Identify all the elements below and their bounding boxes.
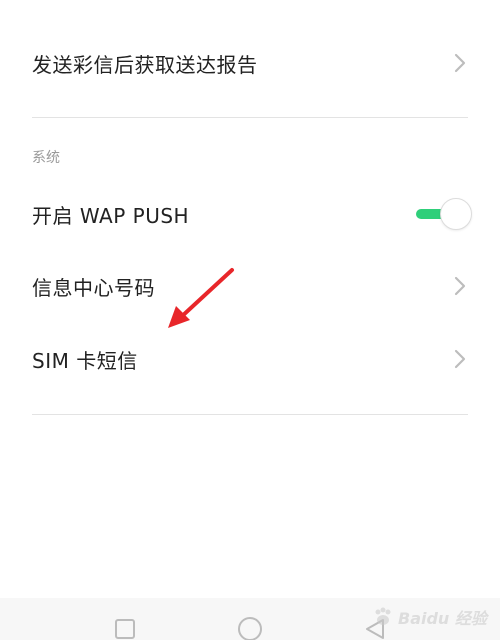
- watermark-text: Baidu 经验: [398, 609, 487, 628]
- settings-row-mms-delivery-report[interactable]: 发送彩信后获取送达报告: [0, 27, 500, 99]
- chevron-right-icon: [450, 274, 470, 298]
- toggle-knob: [440, 198, 472, 230]
- settings-row-label: SIM 卡短信: [32, 348, 138, 373]
- settings-row-sim-card-messages[interactable]: SIM 卡短信: [0, 323, 500, 395]
- chevron-right-icon: [450, 347, 470, 371]
- settings-row-label: 开启 WAP PUSH: [32, 203, 190, 228]
- settings-screen: 发送彩信后获取送达报告 系统 开启 WAP PUSH 信息中心号码 SIM 卡短…: [0, 0, 500, 640]
- divider: [32, 414, 468, 415]
- circle-icon[interactable]: [237, 616, 263, 640]
- settings-row-label: 发送彩信后获取送达报告: [32, 52, 258, 77]
- paw-icon: [375, 607, 391, 625]
- red-arrow-icon: [168, 268, 234, 328]
- divider: [32, 117, 468, 118]
- section-header-system: 系统: [32, 150, 60, 166]
- settings-row-wap-push[interactable]: 开启 WAP PUSH: [0, 178, 500, 250]
- chevron-right-icon: [450, 51, 470, 75]
- square-icon[interactable]: [112, 616, 138, 640]
- baidu-watermark: Baidu 经验: [372, 600, 492, 634]
- settings-row-label: 信息中心号码: [32, 275, 155, 300]
- settings-row-message-center-number[interactable]: 信息中心号码: [0, 250, 500, 322]
- wap-push-toggle[interactable]: [416, 198, 472, 230]
